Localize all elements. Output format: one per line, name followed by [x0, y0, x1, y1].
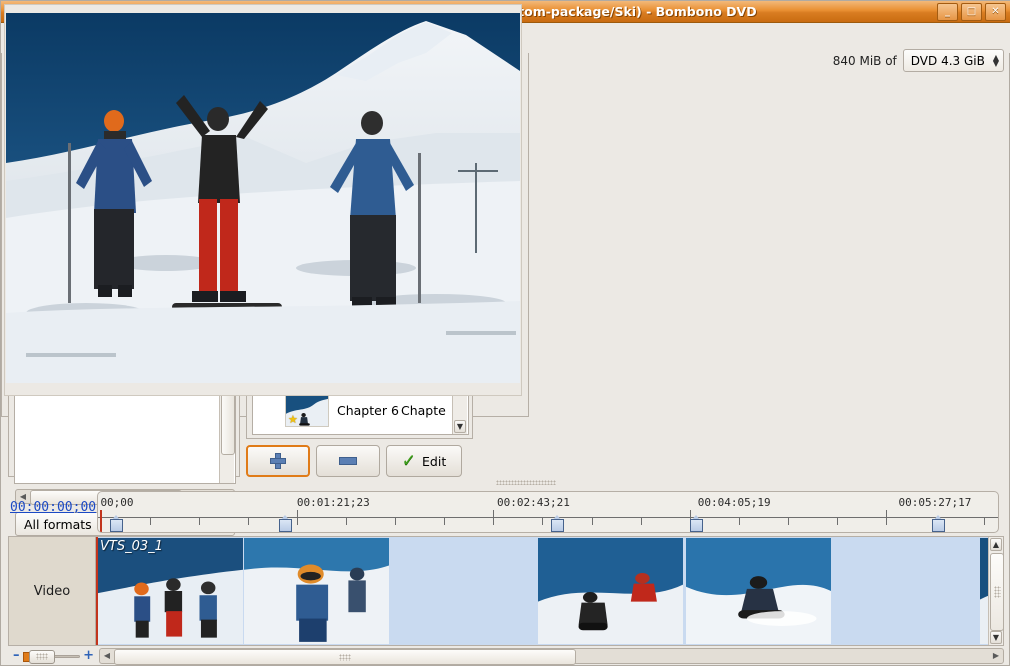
edit-media-label: Edit	[422, 454, 446, 469]
ruler-minor-tick	[150, 517, 151, 525]
minimize-button[interactable]: _	[937, 3, 958, 21]
timeline-thumbnail[interactable]	[244, 538, 389, 644]
bottom-bar: – + ◀ ▶	[8, 647, 1004, 664]
spinner-arrows-icon: ▲▼	[993, 55, 999, 67]
media-thumbnail: ★	[285, 393, 329, 427]
close-button[interactable]: ✕	[985, 3, 1006, 21]
disc-capacity-area: 840 MiB of DVD 4.3 GiB ▲▼	[833, 49, 1004, 72]
disc-capacity-value: DVD 4.3 GiB	[911, 54, 985, 68]
scrollbar-thumb[interactable]	[990, 553, 1004, 631]
ruler-minor-tick	[739, 517, 740, 525]
track-vertical-scrollbar[interactable]: ▲ ▼	[988, 537, 1003, 645]
scroll-right-icon[interactable]: ▶	[989, 651, 1003, 660]
bombono-dvd-window: *Ski.xml (/opt/home/ilya/opt/programming…	[0, 0, 1010, 666]
ruler-minor-tick	[837, 517, 838, 525]
plus-icon	[270, 453, 286, 469]
ruler-minor-tick	[199, 517, 200, 525]
ruler-baseline	[98, 517, 998, 518]
scrollbar-thumb[interactable]	[114, 649, 576, 665]
chapter-marker[interactable]	[551, 515, 564, 532]
list-item[interactable]: ★Chapter 6Chapte	[253, 390, 468, 430]
scroll-left-icon[interactable]: ◀	[100, 651, 114, 660]
media-list-buttons: ✓ Edit	[246, 443, 473, 479]
zoom-out-icon[interactable]: –	[13, 651, 20, 661]
zoom-in-icon[interactable]: +	[83, 651, 94, 661]
current-timecode: 00:00:00;00	[10, 500, 96, 515]
minus-icon	[339, 457, 357, 465]
video-track: Video VTS_03_1 ▲ ▼	[8, 536, 1004, 646]
clip-name-label: VTS_03_1	[100, 539, 163, 554]
chapter-marker[interactable]	[110, 515, 123, 532]
ruler-minor-tick	[395, 517, 396, 525]
ruler-minor-tick	[542, 517, 543, 525]
ruler-minor-tick	[592, 517, 593, 525]
ruler-major-tick	[493, 510, 494, 525]
playhead-line	[96, 537, 98, 645]
ruler-major-tick	[297, 510, 298, 525]
add-media-button[interactable]	[246, 445, 310, 477]
zoom-slider-thumb[interactable]	[29, 650, 55, 664]
remove-media-button[interactable]	[316, 445, 380, 477]
chapter-star-icon: ★	[288, 414, 299, 425]
ruler-minor-tick	[788, 517, 789, 525]
chapter-marker[interactable]	[690, 515, 703, 532]
ruler-tick-label: 00:02:43;21	[497, 496, 570, 509]
track-horizontal-scrollbar[interactable]: ◀ ▶	[99, 648, 1004, 664]
timeline-ruler[interactable]: 00;00 00:01:21;23 00:02:43;21 00:04:05;19 00…	[97, 491, 999, 533]
chapter-marker[interactable]	[279, 515, 292, 532]
disc-capacity-select[interactable]: DVD 4.3 GiB ▲▼	[903, 49, 1004, 72]
timeline-thumbnail[interactable]	[538, 538, 683, 644]
ruler-minor-tick	[984, 517, 985, 525]
ruler-tick-label: 00;00	[100, 496, 133, 509]
ruler-tick-label: 00:04:05;19	[698, 496, 771, 509]
timeline-thumbnail[interactable]	[686, 538, 831, 644]
preview-frame	[4, 4, 522, 396]
preview-panel	[1, 1, 529, 417]
ruler-tick-label: 00:01:21;23	[297, 496, 370, 509]
ruler-minor-tick	[346, 517, 347, 525]
ruler-minor-tick	[248, 517, 249, 525]
track-label: Video	[9, 537, 96, 645]
zoom-slider[interactable]	[23, 650, 81, 662]
scroll-down-icon[interactable]: ▼	[990, 631, 1002, 644]
timeline-area: 00:00:00;00 00;0000:01:21;2300:02:43;210…	[1, 485, 1009, 535]
grip-icon	[994, 586, 1001, 598]
playhead-indicator[interactable]	[100, 510, 102, 533]
ruler-minor-tick	[444, 517, 445, 525]
grip-icon	[36, 653, 48, 660]
scroll-down-icon[interactable]: ▼	[454, 420, 466, 433]
preview-photo	[6, 13, 520, 383]
chapter-marker[interactable]	[932, 515, 945, 532]
timeline-clip-strip[interactable]: VTS_03_1	[96, 537, 990, 645]
timeline-zoom-control[interactable]: – +	[8, 648, 94, 664]
scroll-up-icon[interactable]: ▲	[990, 538, 1002, 551]
media-name: Chapter 6	[329, 403, 401, 418]
grip-icon	[339, 654, 351, 661]
ruler-minor-tick	[641, 517, 642, 525]
preview-image[interactable]	[6, 13, 520, 383]
edit-media-button[interactable]: ✓ Edit	[386, 445, 462, 477]
checkmark-icon: ✓	[402, 454, 416, 468]
ruler-tick-label: 00:05:27;17	[898, 496, 971, 509]
disc-used-label: 840 MiB of	[833, 54, 897, 68]
maximize-button[interactable]: □	[961, 3, 982, 21]
ruler-major-tick	[886, 510, 887, 525]
